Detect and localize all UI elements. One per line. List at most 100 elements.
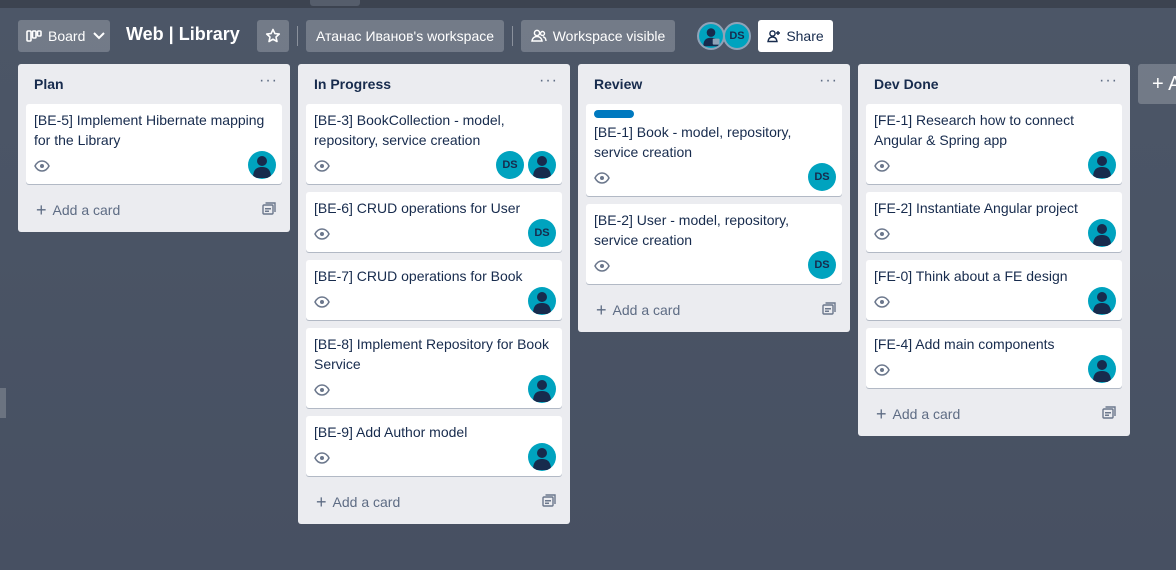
card-title: [BE-1] Book - model, repository, service… [594,124,792,160]
list-menu-icon[interactable]: ··· [259,72,278,90]
card-members [248,151,276,179]
member-avatar[interactable] [1088,287,1116,315]
member-avatar-ds[interactable]: DS [723,22,751,50]
card[interactable]: [FE-1] Research how to connect Angular &… [866,104,1122,184]
list-title[interactable]: In Progress [314,76,391,92]
card-members: DS [496,151,556,179]
card-members [1088,219,1116,247]
visibility-label: Workspace visible [552,28,666,44]
card-badges [34,154,274,178]
card-template-icon[interactable] [262,202,276,216]
member-avatar-ds[interactable]: DS [496,151,524,179]
list-review: Review ··· [BE-1] Book - model, repository… [578,64,850,332]
add-list-button[interactable]: + A [1138,64,1176,104]
share-button[interactable]: Share [758,20,833,52]
member-avatar[interactable] [697,22,725,50]
member-avatar[interactable] [1088,355,1116,383]
eye-icon [874,160,890,172]
member-avatar[interactable] [248,151,276,179]
card[interactable]: [BE-3] BookCollection - model, repositor… [306,104,562,184]
member-avatar[interactable] [528,443,556,471]
card[interactable]: [BE-7] CRUD operations for Book [306,260,562,320]
card-label[interactable] [594,110,634,118]
card-badges [594,254,834,278]
list-plan: Plan ··· [BE-5] Implement Hibernate mappin… [18,64,290,232]
add-card-label: Add a card [892,406,961,422]
board-view-button[interactable]: Board [18,20,110,52]
add-card-label: Add a card [612,302,681,318]
card[interactable]: [BE-2] User - model, repository, service… [586,204,842,284]
card[interactable]: [FE-0] Think about a FE design [866,260,1122,320]
add-card-button[interactable]: + Add a card [866,396,1122,432]
card-title: [FE-1] Research how to connect Angular &… [874,112,1074,148]
card[interactable]: [BE-1] Book - model, repository, service… [586,104,842,196]
member-avatar[interactable] [1088,151,1116,179]
top-tab[interactable] [310,0,360,6]
member-avatar-ds[interactable]: DS [808,251,836,279]
board-title[interactable]: Web | Library [126,24,240,45]
header-divider [297,26,298,46]
member-avatar-ds[interactable]: DS [528,219,556,247]
card-title: [BE-8] Implement Repository for Book Ser… [314,336,549,372]
card-members: DS [808,251,836,279]
plus-icon: + [596,300,607,320]
card-list: [FE-1] Research how to connect Angular &… [858,104,1130,388]
card-title: [FE-2] Instantiate Angular project [874,200,1078,216]
card-members [1088,287,1116,315]
list-menu-icon[interactable]: ··· [819,72,838,90]
list-menu-icon[interactable]: ··· [539,72,558,90]
list-title[interactable]: Plan [34,76,64,92]
add-member-icon [767,29,781,43]
list-header[interactable]: Dev Done ··· [858,64,1130,104]
card-members [1088,355,1116,383]
card-members: DS [528,219,556,247]
list-header[interactable]: Plan ··· [18,64,290,104]
list-in-progress: In Progress ··· [BE-3] BookCollection - mo… [298,64,570,524]
eye-icon [314,160,330,172]
card[interactable]: [BE-5] Implement Hibernate mapping for t… [26,104,282,184]
card[interactable]: [FE-2] Instantiate Angular project [866,192,1122,252]
member-avatar[interactable] [528,287,556,315]
card-members [528,443,556,471]
member-avatar-ds[interactable]: DS [808,163,836,191]
card-members: DS [808,163,836,191]
card[interactable]: [BE-9] Add Author model [306,416,562,476]
card-title: [FE-0] Think about a FE design [874,268,1068,284]
card-badges [874,290,1114,314]
card-badges [874,154,1114,178]
add-card-button[interactable]: + Add a card [26,192,282,228]
card-members [528,375,556,403]
card[interactable]: [BE-8] Implement Repository for Book Ser… [306,328,562,408]
add-card-button[interactable]: + Add a card [586,292,842,328]
list-header[interactable]: Review ··· [578,64,850,104]
list-menu-icon[interactable]: ··· [1099,72,1118,90]
star-button[interactable] [257,20,289,52]
card[interactable]: [BE-6] CRUD operations for User DS [306,192,562,252]
top-strip [0,0,1176,8]
list-title[interactable]: Dev Done [874,76,939,92]
add-card-label: Add a card [332,494,401,510]
card-template-icon[interactable] [822,302,836,316]
card-list: [BE-5] Implement Hibernate mapping for t… [18,104,290,184]
card-title: [FE-4] Add main components [874,336,1055,352]
plus-icon: + [316,492,327,512]
member-avatar[interactable] [528,151,556,179]
board-view-label: Board [48,28,86,44]
eye-icon [314,228,330,240]
card-title: [BE-6] CRUD operations for User [314,200,521,216]
workspace-visible-icon [530,29,547,43]
card-title: [BE-7] CRUD operations for Book [314,268,523,284]
list-title[interactable]: Review [594,76,642,92]
member-avatar[interactable] [528,375,556,403]
member-avatar[interactable] [1088,219,1116,247]
visibility-button[interactable]: Workspace visible [521,20,675,52]
workspace-button[interactable]: Атанас Иванов's workspace [306,20,504,52]
list-header[interactable]: In Progress ··· [298,64,570,104]
eye-icon [874,364,890,376]
card-template-icon[interactable] [1102,406,1116,420]
card[interactable]: [FE-4] Add main components [866,328,1122,388]
star-icon [265,28,281,44]
add-card-button[interactable]: + Add a card [306,484,562,520]
card-template-icon[interactable] [542,494,556,508]
list-dev-done: Dev Done ··· [FE-1] Research how to connec… [858,64,1130,436]
